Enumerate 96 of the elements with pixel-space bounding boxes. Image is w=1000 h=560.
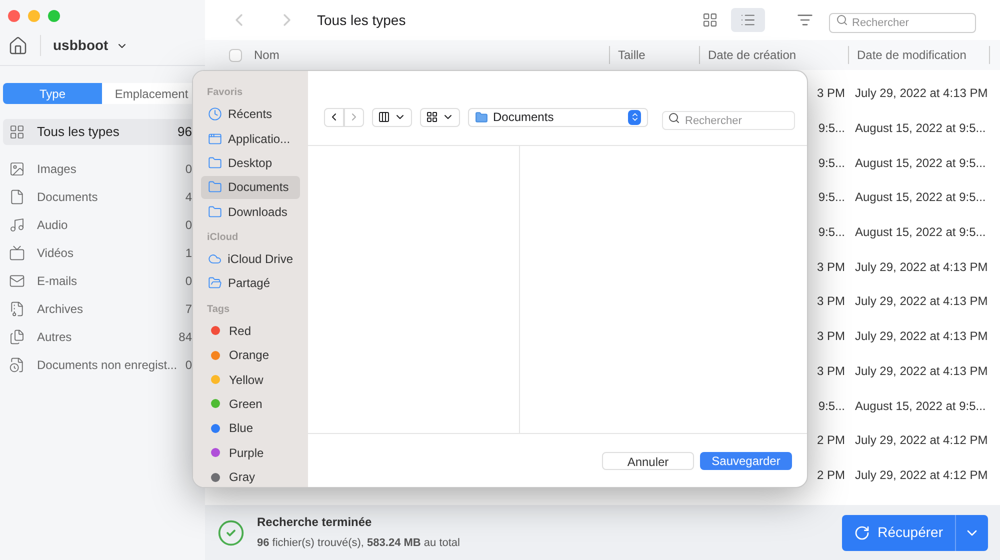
status-title: Recherche terminée bbox=[257, 514, 373, 532]
table-cell-text: July 29, 2022 at 4:13 PM bbox=[855, 362, 988, 380]
tag-item[interactable]: Blue bbox=[201, 416, 300, 440]
table-cell-text: 9:5... bbox=[817, 189, 845, 206]
table-cell-text: 9:5... bbox=[817, 154, 845, 172]
table-cell-text: August 15, 2022 at 9:5... bbox=[855, 189, 986, 206]
drive-selector[interactable]: usbboot bbox=[40, 35, 128, 56]
folder-icon bbox=[208, 180, 222, 194]
tag-item[interactable]: Yellow bbox=[201, 368, 300, 392]
section-title: Favoris bbox=[207, 86, 244, 100]
section-title: Tags bbox=[207, 302, 231, 317]
home-icon[interactable] bbox=[8, 36, 28, 56]
category-icon bbox=[9, 272, 25, 288]
cloud-icon bbox=[208, 252, 222, 266]
section-title: iCloud bbox=[207, 230, 240, 245]
clock-icon bbox=[208, 107, 222, 122]
table-cell-text: 2 PM bbox=[816, 466, 845, 484]
location-item[interactable]: Partagé bbox=[201, 272, 300, 295]
check-icon bbox=[217, 518, 245, 546]
sidebar-item[interactable]: Documents 4 bbox=[3, 185, 202, 208]
location-item[interactable]: Documents bbox=[201, 176, 300, 199]
window-button[interactable] bbox=[48, 10, 60, 22]
location-dropdown[interactable]: Documents bbox=[468, 108, 648, 126]
search-icon bbox=[836, 14, 848, 26]
category-icon bbox=[9, 328, 25, 344]
tag-item[interactable]: Purple bbox=[201, 441, 300, 464]
table-cell-text: July 29, 2022 at 4:13 PM bbox=[855, 258, 988, 276]
table-cell-text: July 29, 2022 at 4:12 PM bbox=[855, 466, 988, 484]
column-header[interactable]: Taille bbox=[609, 46, 699, 64]
folder-icon bbox=[208, 156, 222, 170]
table-cell-text: 3 PM bbox=[816, 362, 845, 380]
table-cell-text: July 29, 2022 at 4:13 PM bbox=[855, 85, 988, 102]
apps-icon bbox=[208, 132, 222, 146]
shared-icon bbox=[208, 276, 222, 290]
table-cell-text: 3 PM bbox=[816, 328, 845, 346]
category-icon bbox=[9, 300, 25, 316]
table-cell-text: 9:5... bbox=[817, 398, 845, 415]
location-item[interactable]: Downloads bbox=[201, 200, 300, 224]
search-field[interactable]: Rechercher bbox=[829, 13, 976, 33]
table-cell-text: July 29, 2022 at 4:13 PM bbox=[855, 293, 988, 310]
table-cell-text: July 29, 2022 at 4:13 PM bbox=[855, 328, 988, 346]
tag-item[interactable]: Red bbox=[201, 319, 300, 342]
location-item[interactable]: Récents bbox=[201, 102, 300, 126]
cancel-button[interactable]: Annuler bbox=[602, 452, 694, 470]
page-title: Tous les types bbox=[317, 10, 407, 30]
table-cell-text: 9:5... bbox=[817, 224, 845, 242]
sidebar-item[interactable]: Documents non enregist... 0 bbox=[3, 353, 202, 376]
column-header[interactable]: Date de création bbox=[699, 46, 848, 64]
sidebar-item[interactable]: E-mails 0 bbox=[3, 269, 202, 292]
stepper-icon bbox=[628, 110, 641, 124]
category-icon bbox=[9, 216, 25, 232]
select-all-checkbox[interactable] bbox=[229, 48, 242, 62]
table-cell-text: August 15, 2022 at 9:5... bbox=[855, 154, 986, 172]
location-item[interactable]: Desktop bbox=[201, 151, 300, 174]
table-cell-text: August 15, 2022 at 9:5... bbox=[855, 224, 986, 242]
window-button[interactable] bbox=[8, 10, 20, 22]
category-icon bbox=[9, 124, 25, 140]
sidebar-item[interactable]: Autres 84 bbox=[3, 325, 202, 348]
sidebar-item[interactable]: Archives 7 bbox=[3, 297, 202, 320]
save-button[interactable]: Sauvegarder bbox=[700, 452, 792, 470]
search-icon bbox=[668, 112, 680, 124]
refresh-icon bbox=[854, 524, 870, 540]
location-item[interactable]: iCloud Drive bbox=[201, 248, 300, 271]
sidebar-item[interactable]: Audio 0 bbox=[3, 213, 202, 236]
table-cell-text: August 15, 2022 at 9:5... bbox=[855, 120, 986, 138]
tag-item[interactable]: Green bbox=[201, 392, 300, 416]
sidebar-item[interactable]: Images 0 bbox=[3, 157, 202, 180]
search-field[interactable]: Rechercher bbox=[662, 111, 795, 130]
table-cell-text: August 15, 2022 at 9:5... bbox=[855, 398, 986, 415]
folder-icon bbox=[475, 110, 488, 124]
column-header[interactable]: Date de modification bbox=[848, 46, 990, 64]
sidebar-item[interactable]: Vidéos 1 bbox=[3, 241, 202, 264]
category-icon bbox=[9, 244, 25, 260]
tag-item[interactable]: Gray bbox=[201, 466, 300, 487]
table-cell-text: July 29, 2022 at 4:12 PM bbox=[855, 432, 988, 450]
group-button[interactable] bbox=[420, 108, 460, 126]
table-cell-text: 3 PM bbox=[816, 258, 845, 276]
columns-icon bbox=[378, 111, 390, 123]
column-header[interactable]: Nom bbox=[254, 46, 609, 64]
table-cell-text: 2 PM bbox=[816, 432, 845, 450]
folder-icon bbox=[208, 204, 222, 219]
table-cell-text: 3 PM bbox=[816, 293, 845, 310]
grid-icon bbox=[426, 111, 438, 123]
column-view-button[interactable] bbox=[372, 108, 412, 126]
table-cell-text: 9:5... bbox=[817, 120, 845, 138]
list-view-button[interactable] bbox=[731, 8, 765, 32]
grid-icon bbox=[702, 12, 718, 28]
filter-icon[interactable] bbox=[797, 12, 813, 28]
location-item[interactable]: Applicatio... bbox=[201, 127, 300, 150]
tag-item[interactable]: Orange bbox=[201, 344, 300, 367]
category-icon bbox=[9, 160, 25, 176]
category-icon bbox=[9, 356, 25, 372]
back-button[interactable] bbox=[324, 108, 344, 126]
table-cell-text: 3 PM bbox=[816, 85, 845, 102]
category-icon bbox=[9, 188, 25, 204]
status-summary: 96 fichier(s) trouvé(s), 583.24 MB au total bbox=[257, 536, 461, 552]
